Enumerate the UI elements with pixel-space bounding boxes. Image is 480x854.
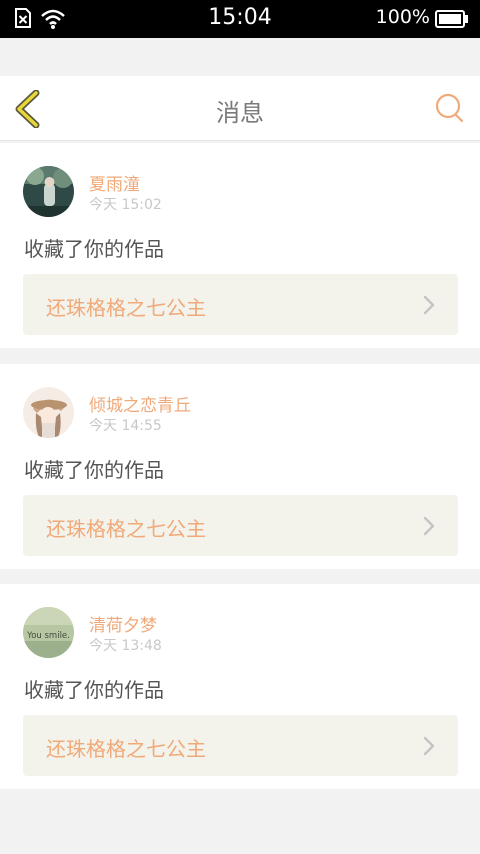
- avatar[interactable]: [23, 387, 74, 438]
- chevron-right-icon: [423, 516, 435, 540]
- page-title: 消息: [216, 99, 264, 127]
- user-name[interactable]: 清荷夕梦: [89, 611, 157, 636]
- work-title: 还珠格格之七公主: [46, 517, 206, 541]
- chevron-right-icon: [423, 295, 435, 319]
- chevron-right-icon: [423, 736, 435, 760]
- work-title: 还珠格格之七公主: [46, 737, 206, 761]
- work-link[interactable]: 还珠格格之七公主: [23, 495, 458, 556]
- message-time: 今天 15:02: [89, 197, 162, 213]
- message-card: You smile. 清荷夕梦 今天 13:48 收藏了你的作品 还珠格格之七公…: [0, 584, 480, 789]
- message-time: 今天 14:55: [89, 418, 162, 434]
- work-link[interactable]: 还珠格格之七公主: [23, 274, 458, 335]
- message-time: 今天 13:48: [89, 638, 162, 654]
- battery-percentage: 100%: [375, 6, 430, 28]
- status-bar: 15:04 100%: [0, 0, 480, 38]
- header-bar: 消息: [0, 76, 480, 141]
- avatar[interactable]: [23, 166, 74, 217]
- work-title: 还珠格格之七公主: [46, 296, 206, 320]
- message-card: 倾城之恋青丘 今天 14:55 收藏了你的作品 还珠格格之七公主: [0, 364, 480, 569]
- avatar-text: You smile.: [26, 631, 70, 641]
- message-card: 夏雨潼 今天 15:02 收藏了你的作品 还珠格格之七公主: [0, 143, 480, 348]
- avatar[interactable]: You smile.: [23, 607, 74, 658]
- message-text: 收藏了你的作品: [24, 458, 164, 482]
- user-name[interactable]: 倾城之恋青丘: [89, 391, 191, 416]
- message-text: 收藏了你的作品: [24, 678, 164, 702]
- search-button[interactable]: [434, 92, 466, 128]
- user-name[interactable]: 夏雨潼: [89, 170, 140, 195]
- battery-icon: [435, 10, 469, 32]
- work-link[interactable]: 还珠格格之七公主: [23, 715, 458, 776]
- search-icon: [435, 93, 464, 123]
- message-text: 收藏了你的作品: [24, 237, 164, 261]
